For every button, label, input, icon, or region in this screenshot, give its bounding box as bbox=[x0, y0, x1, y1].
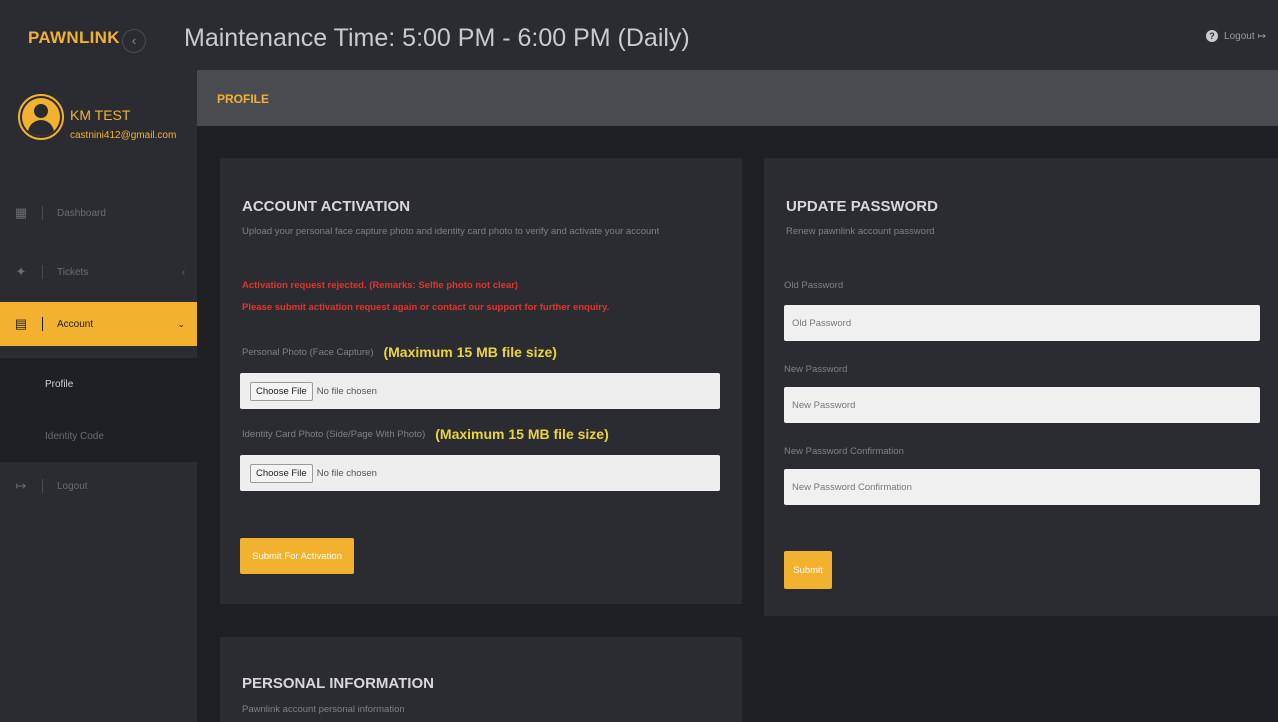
avatar-head bbox=[34, 104, 48, 118]
avatar-body bbox=[28, 120, 54, 136]
help-icon[interactable]: ? bbox=[1206, 30, 1219, 42]
avatar bbox=[22, 98, 60, 136]
logout-icon: ↦ bbox=[1257, 30, 1266, 42]
user-email: castnini412@gmail.com bbox=[70, 130, 177, 141]
identity-photo-file-input[interactable]: Choose File No file chosen bbox=[240, 455, 720, 491]
sidebar-item-label: Logout bbox=[57, 480, 88, 492]
dashboard-icon: ▦ bbox=[14, 205, 28, 220]
activation-error-remarks: Activation request rejected. (Remarks: S… bbox=[242, 280, 519, 291]
sidebar-item-dashboard[interactable]: ▦ Dashboard bbox=[0, 191, 197, 235]
personal-info-description: Pawnlink account personal information bbox=[242, 704, 405, 715]
submit-password-button[interactable]: Submit bbox=[784, 551, 832, 589]
page-title: PROFILE bbox=[217, 92, 270, 106]
confirm-password-input[interactable] bbox=[784, 469, 1260, 505]
identity-photo-label-row: Identity Card Photo (Side/Page With Phot… bbox=[242, 426, 609, 442]
activation-title: ACCOUNT ACTIVATION bbox=[242, 198, 411, 215]
maintenance-notice: Maintenance Time: 5:00 PM - 6:00 PM (Dai… bbox=[184, 24, 690, 52]
password-title: UPDATE PASSWORD bbox=[786, 198, 938, 215]
chevron-left-icon: ‹ bbox=[182, 267, 185, 277]
identity-photo-size-note: (Maximum 15 MB file size) bbox=[435, 426, 609, 442]
activation-error-instruction: Please submit activation request again o… bbox=[242, 302, 610, 313]
personal-info-title: PERSONAL INFORMATION bbox=[242, 675, 434, 692]
password-description: Renew pawnlink account password bbox=[786, 226, 935, 237]
top-bar: PAWNLINK ‹ Maintenance Time: 5:00 PM - 6… bbox=[0, 0, 1278, 70]
sidebar-item-label: Dashboard bbox=[57, 207, 106, 219]
new-password-label: New Password bbox=[784, 364, 848, 375]
nav-separator bbox=[42, 317, 43, 331]
logout-link[interactable]: Logout ↦ bbox=[1224, 31, 1266, 42]
sidebar-subitem-profile[interactable]: Profile bbox=[0, 358, 197, 410]
account-activation-card: ACCOUNT ACTIVATION Upload your personal … bbox=[220, 158, 742, 604]
chevron-down-icon: ⌄ bbox=[177, 318, 185, 329]
activation-description: Upload your personal face capture photo … bbox=[242, 226, 660, 237]
personal-information-card: PERSONAL INFORMATION Pawnlink account pe… bbox=[220, 637, 742, 722]
personal-photo-label-row: Personal Photo (Face Capture) (Maximum 1… bbox=[242, 344, 557, 360]
file-status: No file chosen bbox=[316, 385, 377, 397]
user-name: KM TEST bbox=[70, 107, 131, 123]
personal-photo-size-note: (Maximum 15 MB file size) bbox=[383, 344, 557, 360]
sidebar-item-account[interactable]: ▤ Account ⌄ bbox=[0, 302, 197, 346]
brand-logo[interactable]: PAWNLINK bbox=[28, 28, 120, 48]
sidebar-subitem-identity-code[interactable]: Identity Code bbox=[0, 410, 197, 462]
logout-label: Logout bbox=[1224, 30, 1255, 42]
sidebar-item-label: Account bbox=[57, 318, 94, 330]
page-header: PROFILE bbox=[197, 70, 1278, 126]
nav-separator bbox=[42, 265, 43, 279]
ticket-icon: ✦ bbox=[15, 264, 27, 279]
sidebar: KM TEST castnini412@gmail.com ▦ Dashboar… bbox=[0, 70, 197, 722]
old-password-input[interactable] bbox=[784, 305, 1260, 341]
user-profile-block: KM TEST castnini412@gmail.com bbox=[0, 70, 197, 170]
old-password-label: Old Password bbox=[784, 280, 844, 291]
sidebar-item-label: Tickets bbox=[57, 266, 89, 278]
sidebar-subitem-label: Profile bbox=[45, 378, 74, 390]
nav-separator bbox=[42, 206, 43, 220]
update-password-card: UPDATE PASSWORD Renew pawnlink account p… bbox=[764, 158, 1278, 616]
file-status: No file chosen bbox=[316, 467, 377, 479]
submit-for-activation-button[interactable]: Submit For Activation bbox=[240, 538, 354, 574]
chevron-left-icon[interactable]: ‹ bbox=[122, 29, 146, 53]
choose-file-button[interactable]: Choose File bbox=[250, 381, 313, 401]
confirm-password-label: New Password Confirmation bbox=[784, 446, 904, 457]
choose-file-button[interactable]: Choose File bbox=[250, 463, 313, 483]
id-card-icon: ▤ bbox=[14, 316, 28, 331]
personal-photo-label: Personal Photo (Face Capture) bbox=[242, 346, 374, 358]
new-password-input[interactable] bbox=[784, 387, 1260, 423]
personal-photo-file-input[interactable]: Choose File No file chosen bbox=[240, 373, 720, 409]
sidebar-subitem-label: Identity Code bbox=[45, 430, 104, 442]
logout-icon: ↦ bbox=[15, 478, 27, 493]
sidebar-item-logout[interactable]: ↦ Logout bbox=[0, 464, 197, 508]
top-right-actions: ? Logout ↦ bbox=[1206, 30, 1266, 42]
nav-separator bbox=[42, 479, 43, 493]
identity-photo-label: Identity Card Photo (Side/Page With Phot… bbox=[242, 428, 426, 440]
sidebar-item-tickets[interactable]: ✦ Tickets ‹ bbox=[0, 250, 197, 294]
